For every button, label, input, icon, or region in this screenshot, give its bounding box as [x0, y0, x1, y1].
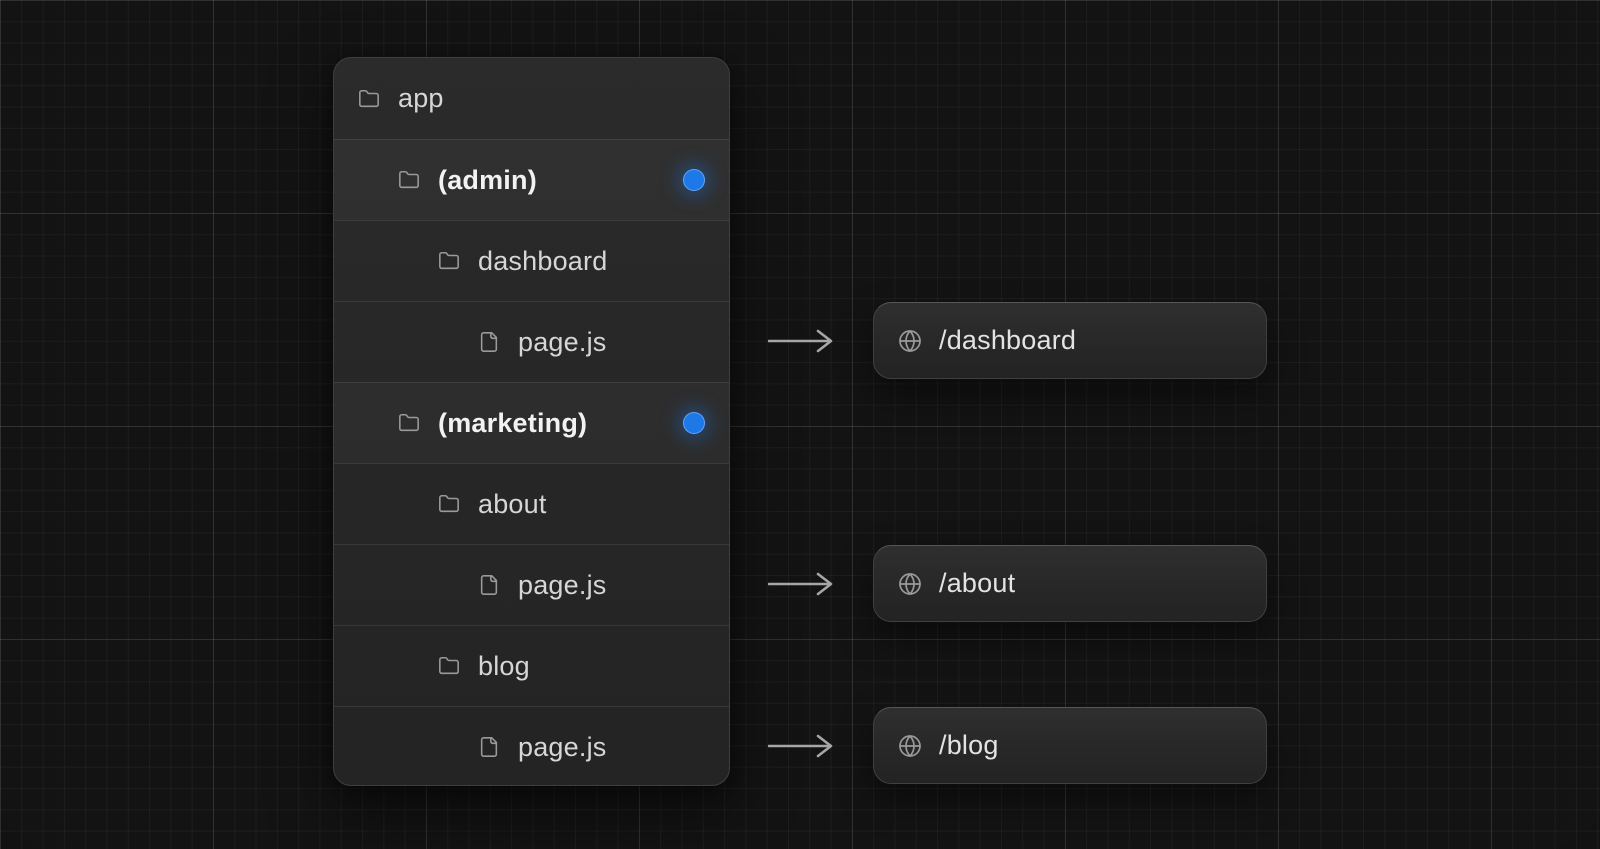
folder-icon	[438, 655, 460, 677]
tree-row-label: about	[478, 489, 547, 520]
route-connector-dashboard: /dashboard	[768, 302, 1267, 379]
tree-row-label: blog	[478, 651, 530, 682]
tree-row-marketing-group: (marketing)	[334, 382, 729, 463]
tree-row-label: app	[398, 83, 444, 114]
tree-row-label: page.js	[518, 327, 606, 358]
diagram-canvas: app (admin) dashboard page.js (ma	[0, 0, 1600, 849]
globe-icon	[898, 329, 922, 353]
tree-row-about: about	[334, 463, 729, 544]
route-badge: /about	[873, 545, 1267, 622]
folder-icon	[438, 493, 460, 515]
globe-icon	[898, 572, 922, 596]
folder-icon	[398, 412, 420, 434]
active-route-group-dot	[683, 412, 705, 434]
file-icon	[478, 736, 500, 758]
tree-row-page-js: page.js	[334, 301, 729, 382]
tree-row-label: (admin)	[438, 165, 537, 196]
file-tree-panel: app (admin) dashboard page.js (ma	[333, 57, 730, 786]
globe-icon	[898, 734, 922, 758]
route-url-label: /blog	[939, 730, 999, 761]
route-connector-blog: /blog	[768, 707, 1267, 784]
tree-row-admin-group: (admin)	[334, 139, 729, 220]
tree-row-label: (marketing)	[438, 408, 587, 439]
arrow-right-icon	[768, 733, 834, 759]
arrow-right-icon	[768, 328, 834, 354]
folder-icon	[438, 250, 460, 272]
file-icon	[478, 331, 500, 353]
tree-row-label: page.js	[518, 732, 606, 763]
route-url-label: /dashboard	[939, 325, 1076, 356]
tree-row-blog: blog	[334, 625, 729, 706]
tree-row-page-js: page.js	[334, 706, 729, 786]
tree-row-dashboard: dashboard	[334, 220, 729, 301]
route-badge: /blog	[873, 707, 1267, 784]
arrow-right-icon	[768, 571, 834, 597]
route-url-label: /about	[939, 568, 1015, 599]
active-route-group-dot	[683, 169, 705, 191]
route-connector-about: /about	[768, 545, 1267, 622]
tree-row-app: app	[334, 58, 729, 139]
file-icon	[478, 574, 500, 596]
tree-row-label: dashboard	[478, 246, 607, 277]
folder-icon	[398, 169, 420, 191]
tree-row-label: page.js	[518, 570, 606, 601]
route-badge: /dashboard	[873, 302, 1267, 379]
tree-row-page-js: page.js	[334, 544, 729, 625]
folder-icon	[358, 88, 380, 110]
